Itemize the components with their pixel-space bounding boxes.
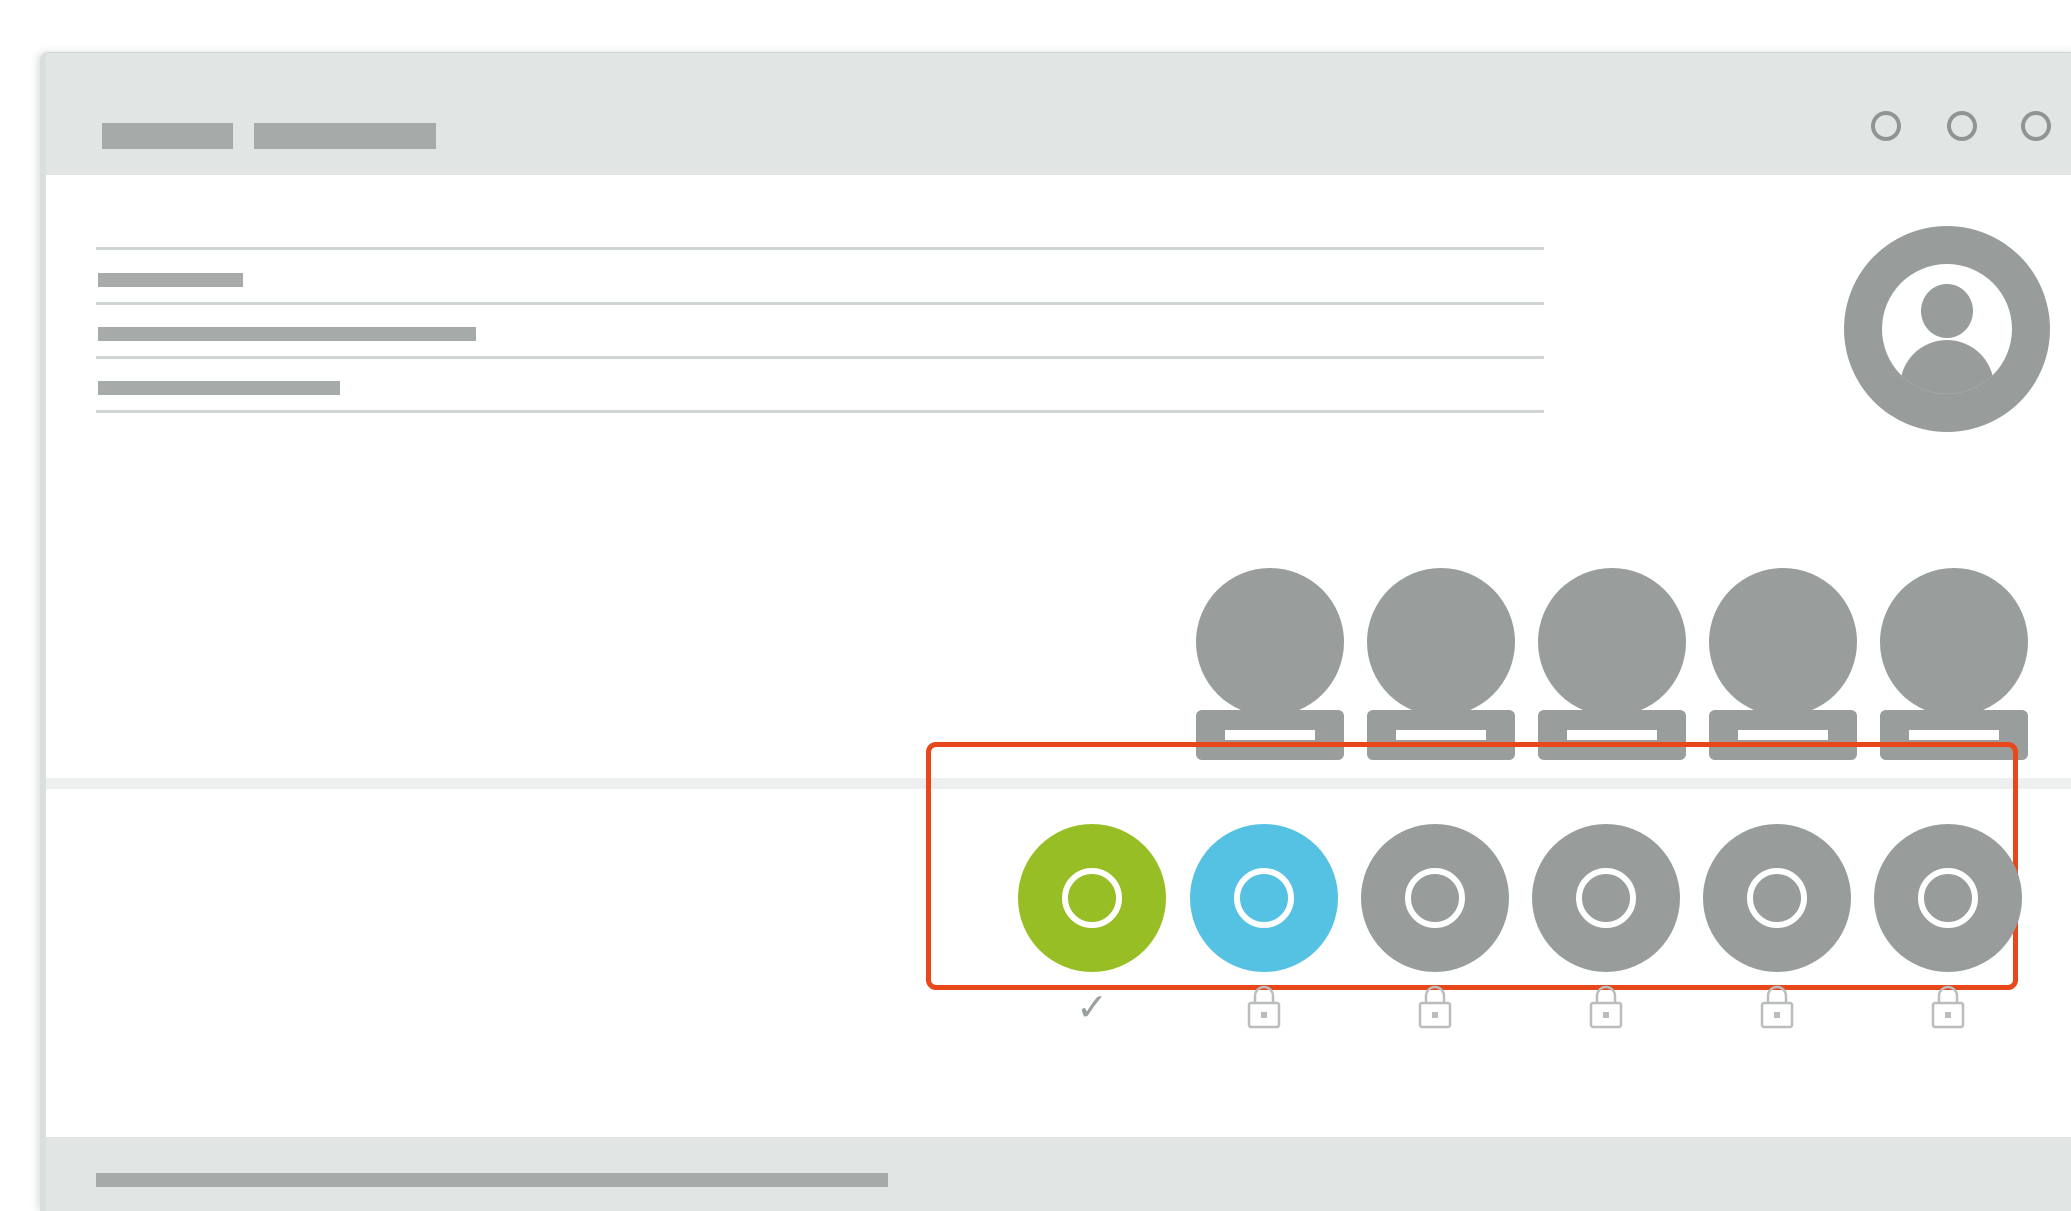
info-divider [96,302,1544,305]
badge-medal [1538,568,1686,716]
level-circle [1018,824,1166,972]
info-divider [96,247,1544,250]
avatar-inner [1882,264,2012,394]
window-control-button[interactable] [1871,111,1901,141]
level-circle [1532,824,1680,972]
avatar-head [1921,284,1973,338]
window-control-button[interactable] [2021,111,2051,141]
badge-icon[interactable] [1196,568,1344,760]
level-circle [1361,824,1509,972]
level-item[interactable] [1190,824,1338,1034]
lock-icon [1190,984,1338,1030]
status-text-placeholder [96,1173,888,1187]
badge-medal [1367,568,1515,716]
lock-icon [1874,984,2022,1030]
status-bar [46,1137,2071,1211]
badge-label-placeholder [1567,730,1657,740]
lock-glyph [1760,985,1794,1029]
badge-label-placeholder [1225,730,1315,740]
badge-icon[interactable] [1538,568,1686,760]
lock-glyph [1589,985,1623,1029]
badge-icon[interactable] [1880,568,2028,760]
badge-medal [1880,568,2028,716]
badge-icon[interactable] [1367,568,1515,760]
ring-icon [1405,868,1465,928]
lock-icon [1361,984,1509,1030]
level-item[interactable] [1703,824,1851,1034]
window-control-button[interactable] [1947,111,1977,141]
badge-label-placeholder [1396,730,1486,740]
tab-placeholder-2[interactable] [254,123,436,149]
badge-icon[interactable] [1709,568,1857,760]
level-circle [1874,824,2022,972]
ring-icon [1747,868,1807,928]
app-window [40,52,2071,1211]
level-item[interactable] [1532,824,1680,1034]
level-circle [1190,824,1338,972]
user-avatar-icon[interactable] [1844,226,2050,432]
lock-icon [1703,984,1851,1030]
level-item[interactable] [1361,824,1509,1034]
window-controls [1845,71,2071,175]
check-mark: ✓ [1076,985,1108,1029]
info-divider [96,410,1544,413]
ring-icon [1576,868,1636,928]
info-divider [96,356,1544,359]
lock-glyph [1931,985,1965,1029]
level-item[interactable]: ✓ [1018,824,1166,1034]
info-text-placeholder [98,327,476,341]
level-circle [1703,824,1851,972]
lock-glyph [1247,985,1281,1029]
ring-icon [1062,868,1122,928]
info-text-placeholder [98,273,243,287]
level-item[interactable] [1874,824,2022,1034]
tab-placeholder-1[interactable] [102,123,233,149]
badge-label-placeholder [1909,730,1999,740]
badge-medal [1196,568,1344,716]
ring-icon [1918,868,1978,928]
badge-label-placeholder [1738,730,1828,740]
check-icon: ✓ [1018,984,1166,1030]
lock-glyph [1418,985,1452,1029]
info-text-placeholder [98,381,340,395]
avatar-body [1900,340,1994,394]
badge-medal [1709,568,1857,716]
lock-icon [1532,984,1680,1030]
title-bar [46,52,2071,175]
ring-icon [1234,868,1294,928]
